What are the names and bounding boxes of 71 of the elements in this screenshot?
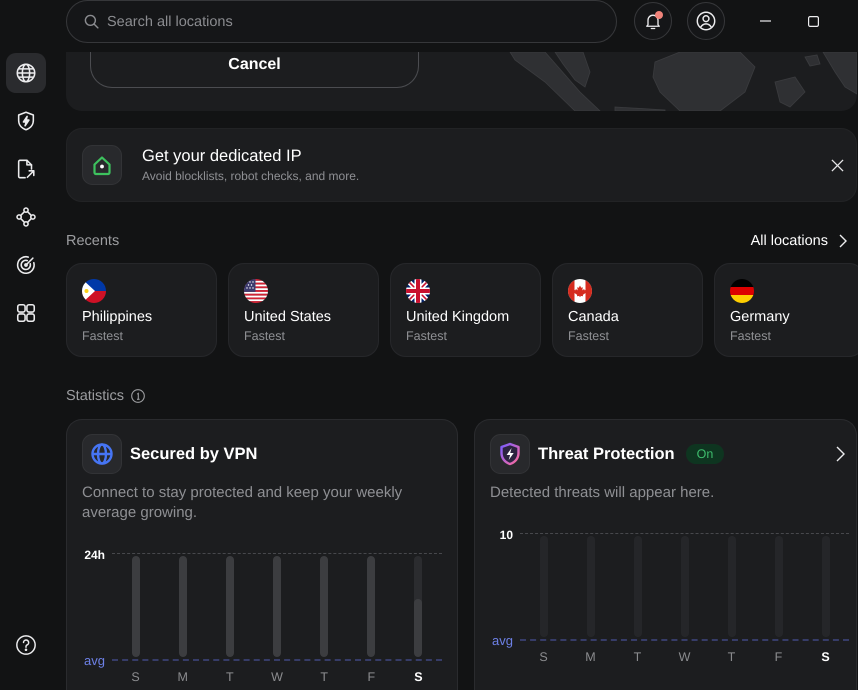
location-detail: Fastest: [568, 328, 609, 344]
day-label: T: [728, 650, 736, 664]
flag-icon: [568, 279, 592, 303]
day-label: F: [774, 650, 782, 664]
day-label: T: [320, 670, 328, 684]
location-name: United States: [244, 308, 332, 326]
location-card[interactable]: Philippines Fastest: [66, 263, 217, 357]
card-description: Connect to stay protected and keep your weekly average growing.: [82, 483, 404, 523]
target-icon: [15, 254, 37, 276]
location-name: Philippines: [82, 308, 152, 326]
file-arrow-icon: [15, 158, 37, 180]
flag-icon: [730, 279, 754, 303]
day-label: S: [131, 670, 140, 684]
cancel-button[interactable]: Cancel: [90, 52, 419, 88]
profile-button[interactable]: [687, 2, 725, 40]
user-icon: [695, 10, 717, 32]
axis-label: 10: [500, 529, 513, 541]
globe-icon: [15, 62, 37, 84]
location-card[interactable]: Canada Fastest: [552, 263, 703, 357]
card-description: Detected threats will appear here.: [490, 483, 716, 503]
info-icon[interactable]: [131, 389, 146, 403]
maximize-icon[interactable]: [808, 16, 819, 27]
day-label: W: [678, 650, 690, 664]
close-icon[interactable]: [831, 158, 844, 172]
day-label: M: [178, 670, 188, 684]
search-icon: [84, 14, 99, 29]
help-icon[interactable]: [15, 634, 37, 656]
day-label: S: [821, 650, 830, 664]
nodes-icon: [15, 206, 37, 228]
chevron-right-icon[interactable]: [836, 446, 845, 462]
flag-icon: [244, 279, 268, 303]
location-detail: Fastest: [730, 328, 771, 344]
section-title: Recents: [66, 233, 120, 249]
location-card[interactable]: United States Fastest: [228, 263, 379, 357]
location-card[interactable]: United Kingdom Fastest: [390, 263, 541, 357]
card-title: Secured by VPN: [130, 444, 258, 464]
status-badge: On: [686, 444, 724, 464]
flag-icon: [406, 279, 430, 303]
card-title: Threat Protection: [538, 444, 675, 464]
average-label: avg: [84, 654, 105, 668]
day-label: S: [414, 670, 423, 684]
house-icon: [82, 145, 122, 185]
day-label: T: [226, 670, 234, 684]
globe-icon: [82, 434, 122, 474]
location-card[interactable]: Germany Fastest: [714, 263, 858, 357]
shield-bolt-icon: [490, 434, 530, 474]
day-label: M: [585, 650, 596, 664]
location-name: United Kingdom: [406, 308, 510, 326]
search-field[interactable]: Search all locations: [66, 0, 617, 43]
day-label: F: [367, 670, 376, 684]
notifications-button[interactable]: [634, 2, 672, 40]
day-label: W: [271, 670, 283, 684]
minimize-icon[interactable]: [760, 20, 771, 22]
promo-title: Get your dedicated IP: [142, 146, 303, 166]
day-label: T: [634, 650, 642, 664]
section-title: Statistics: [66, 388, 124, 404]
chevron-right-icon: [839, 234, 847, 248]
promo-subtitle: Avoid blocklists, robot checks, and more.: [142, 168, 360, 184]
location-detail: Fastest: [406, 328, 447, 344]
all-locations-link[interactable]: All locations: [750, 233, 847, 249]
shield-bolt-icon: [15, 110, 37, 132]
axis-label: 24h: [84, 549, 105, 561]
average-label: avg: [492, 634, 513, 648]
grid-icon: [15, 302, 37, 324]
location-name: Germany: [730, 308, 790, 326]
nav-item[interactable]: [6, 53, 46, 93]
location-name: Canada: [568, 308, 619, 326]
day-label: S: [539, 650, 548, 664]
location-detail: Fastest: [82, 328, 123, 344]
flag-icon: [82, 279, 106, 303]
location-detail: Fastest: [244, 328, 285, 344]
